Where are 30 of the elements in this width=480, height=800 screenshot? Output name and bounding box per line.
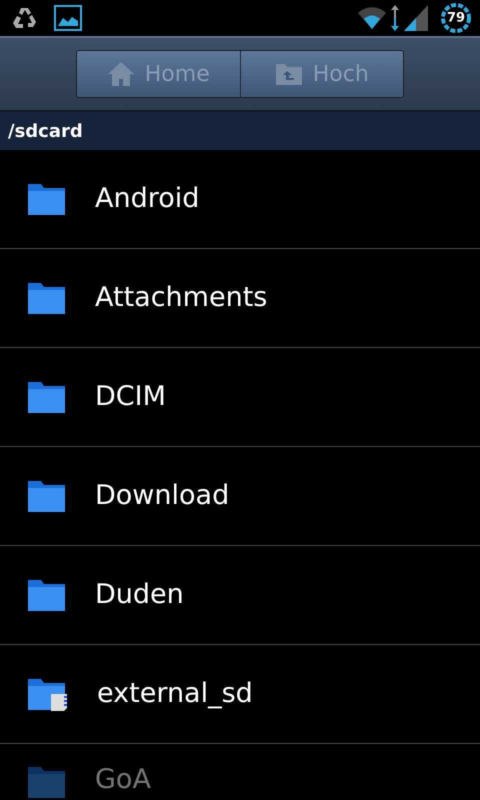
wifi-icon (358, 7, 386, 29)
folder-row[interactable]: Duden (0, 546, 480, 645)
folder-row[interactable]: GoA (0, 744, 480, 800)
folder-name: external_sd (97, 676, 253, 711)
image-icon (54, 5, 82, 31)
data-arrows-icon (390, 5, 400, 31)
folder-name: Duden (95, 578, 184, 612)
folder-row[interactable]: Download (0, 447, 480, 546)
folder-name: GoA (95, 762, 151, 796)
folder-icon (27, 577, 67, 613)
battery-level: 79 (446, 9, 466, 28)
home-icon (106, 61, 135, 87)
folder-icon (27, 181, 67, 217)
signal-icon (404, 5, 428, 31)
folder-name: Attachments (95, 280, 268, 315)
folder-up-icon (274, 62, 303, 86)
folder-icon (27, 764, 67, 800)
folder-name: Android (95, 182, 200, 216)
path-label: /sdcard (0, 112, 480, 150)
folder-icon (27, 379, 67, 415)
folder-row[interactable]: Attachments (0, 249, 480, 348)
folder-name: DCIM (95, 380, 166, 414)
folder-icon (27, 280, 67, 316)
folder-icon (27, 478, 67, 514)
folder-row[interactable]: Android (0, 150, 480, 249)
folder-row[interactable]: external_sd (0, 645, 480, 744)
folder-name: Download (95, 478, 230, 513)
sd-card-folder-icon (27, 676, 69, 712)
folder-row[interactable]: DCIM (0, 348, 480, 447)
recycle-icon (12, 6, 38, 30)
